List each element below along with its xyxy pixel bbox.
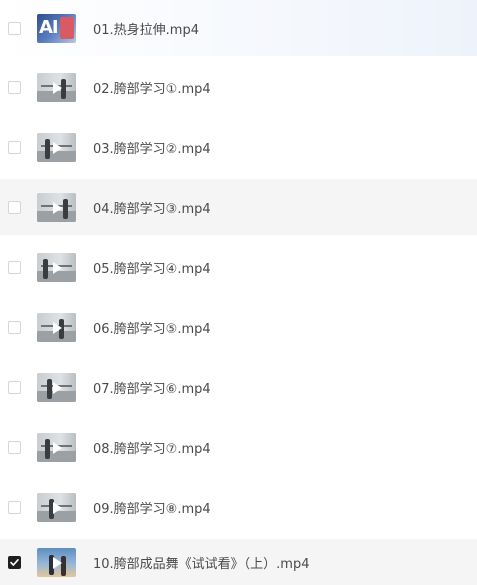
file-checkbox[interactable] bbox=[8, 555, 21, 569]
video-thumbnail[interactable] bbox=[37, 492, 76, 522]
file-checkbox[interactable] bbox=[8, 21, 21, 35]
play-icon bbox=[53, 261, 62, 274]
video-thumbnail[interactable] bbox=[37, 312, 76, 342]
thumbnail-dancer bbox=[47, 378, 52, 399]
video-thumbnail[interactable] bbox=[37, 547, 76, 577]
file-row[interactable]: 10.胯部成品舞《试试看》（上）.mp4 bbox=[0, 539, 477, 585]
video-thumbnail[interactable] bbox=[37, 192, 76, 222]
play-icon bbox=[53, 556, 62, 569]
play-icon bbox=[53, 381, 62, 394]
file-name[interactable]: 09.胯部学习⑧.mp4 bbox=[93, 498, 211, 517]
file-row[interactable]: 07.胯部学习⑥.mp4 bbox=[0, 359, 477, 415]
thumbnail-dancer bbox=[45, 138, 50, 159]
file-checkbox[interactable] bbox=[8, 80, 21, 94]
file-name[interactable]: 02.胯部学习①.mp4 bbox=[93, 78, 211, 97]
file-row[interactable]: 02.胯部学习①.mp4 bbox=[0, 59, 477, 115]
file-checkbox[interactable] bbox=[8, 260, 21, 274]
video-thumbnail[interactable] bbox=[37, 132, 76, 162]
file-row[interactable]: AI 01.热身拉伸.mp4 bbox=[0, 0, 477, 56]
play-icon bbox=[53, 501, 62, 514]
video-thumbnail[interactable] bbox=[37, 72, 76, 102]
file-name[interactable]: 03.胯部学习②.mp4 bbox=[93, 138, 211, 157]
thumbnail-dancer bbox=[43, 258, 48, 279]
play-icon bbox=[53, 321, 62, 334]
file-checkbox[interactable] bbox=[8, 320, 21, 334]
video-thumbnail[interactable] bbox=[37, 372, 76, 402]
file-list: AI 01.热身拉伸.mp4 02.胯部学习①.mp4 03.胯部学习②.mp4 bbox=[0, 0, 477, 585]
thumbnail-dancer bbox=[45, 438, 50, 459]
file-name[interactable]: 01.热身拉伸.mp4 bbox=[93, 19, 199, 38]
video-thumbnail[interactable]: AI bbox=[37, 13, 76, 43]
file-name[interactable]: 06.胯部学习⑤.mp4 bbox=[93, 318, 211, 337]
thumbnail-badge bbox=[60, 16, 74, 39]
file-name[interactable]: 07.胯部学习⑥.mp4 bbox=[93, 378, 211, 397]
thumbnail-dancer bbox=[63, 198, 68, 219]
file-row[interactable]: 09.胯部学习⑧.mp4 bbox=[0, 479, 477, 535]
file-row[interactable]: 05.胯部学习④.mp4 bbox=[0, 239, 477, 295]
file-checkbox[interactable] bbox=[8, 200, 21, 214]
file-name[interactable]: 10.胯部成品舞《试试看》（上）.mp4 bbox=[93, 553, 310, 572]
file-row[interactable]: 04.胯部学习③.mp4 bbox=[0, 179, 477, 235]
thumbnail-logo-text: AI bbox=[39, 16, 59, 38]
file-name[interactable]: 08.胯部学习⑦.mp4 bbox=[93, 438, 211, 457]
play-icon bbox=[53, 141, 62, 154]
play-icon bbox=[53, 441, 62, 454]
file-checkbox[interactable] bbox=[8, 500, 21, 514]
file-name[interactable]: 05.胯部学习④.mp4 bbox=[93, 258, 211, 277]
file-checkbox[interactable] bbox=[8, 140, 21, 154]
file-checkbox[interactable] bbox=[8, 440, 21, 454]
file-row[interactable]: 06.胯部学习⑤.mp4 bbox=[0, 299, 477, 355]
checkmark-icon bbox=[10, 558, 19, 566]
video-thumbnail[interactable] bbox=[37, 252, 76, 282]
file-checkbox[interactable] bbox=[8, 380, 21, 394]
play-icon bbox=[53, 201, 62, 214]
file-row[interactable]: 08.胯部学习⑦.mp4 bbox=[0, 419, 477, 475]
file-name[interactable]: 04.胯部学习③.mp4 bbox=[93, 198, 211, 217]
video-thumbnail[interactable] bbox=[37, 432, 76, 462]
play-icon bbox=[53, 81, 62, 94]
file-row[interactable]: 03.胯部学习②.mp4 bbox=[0, 119, 477, 175]
